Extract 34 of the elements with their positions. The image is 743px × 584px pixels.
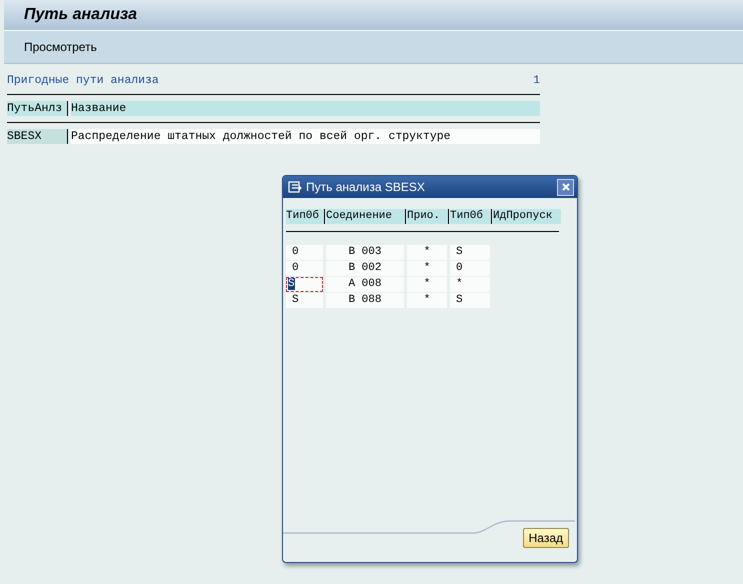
toolbar-button[interactable]: Просмотреть — [14, 38, 107, 56]
dialog-title: Путь анализа SBESX — [306, 180, 425, 194]
display-icon — [288, 181, 302, 193]
table-cell: * — [450, 277, 490, 292]
table-cell: 0 — [286, 261, 323, 276]
column-header: Соединение — [326, 209, 406, 224]
table-cell: SBESX — [7, 129, 68, 144]
column-header: Название — [71, 101, 540, 116]
table-cell: * — [407, 293, 447, 308]
table-cell: Распределение штатных должностей по всей орг. структуре — [71, 129, 540, 144]
table-cell: B 088 — [326, 293, 404, 308]
table-cell: S — [450, 245, 490, 260]
table-cell: * — [407, 245, 447, 260]
table-cell: * — [407, 277, 447, 292]
close-icon — [560, 182, 570, 192]
table-cell: A 008 — [326, 277, 404, 292]
row-count: 1 — [533, 74, 540, 89]
column-header: Прио. — [407, 209, 449, 224]
table-cell: B 003 — [326, 245, 404, 260]
list-title: Пригодные пути анализа — [7, 74, 159, 89]
back-button[interactable]: Назад — [522, 528, 569, 548]
column-header: ПутьАнлз — [7, 101, 68, 116]
column-header: Тип0б — [450, 209, 492, 224]
table-cell: * — [407, 261, 447, 276]
window-title: Путь анализа — [24, 6, 138, 24]
table-cell: B 002 — [326, 261, 404, 276]
column-header: ИдПропуск — [493, 209, 561, 224]
table-cell: 0 — [286, 245, 323, 260]
table-cell: S — [286, 293, 323, 308]
column-header: Тип0б — [286, 209, 325, 224]
table-cell: 0 — [450, 261, 490, 276]
table-cell: S — [286, 277, 323, 292]
table-cell: S — [450, 293, 490, 308]
close-button[interactable] — [557, 178, 574, 196]
